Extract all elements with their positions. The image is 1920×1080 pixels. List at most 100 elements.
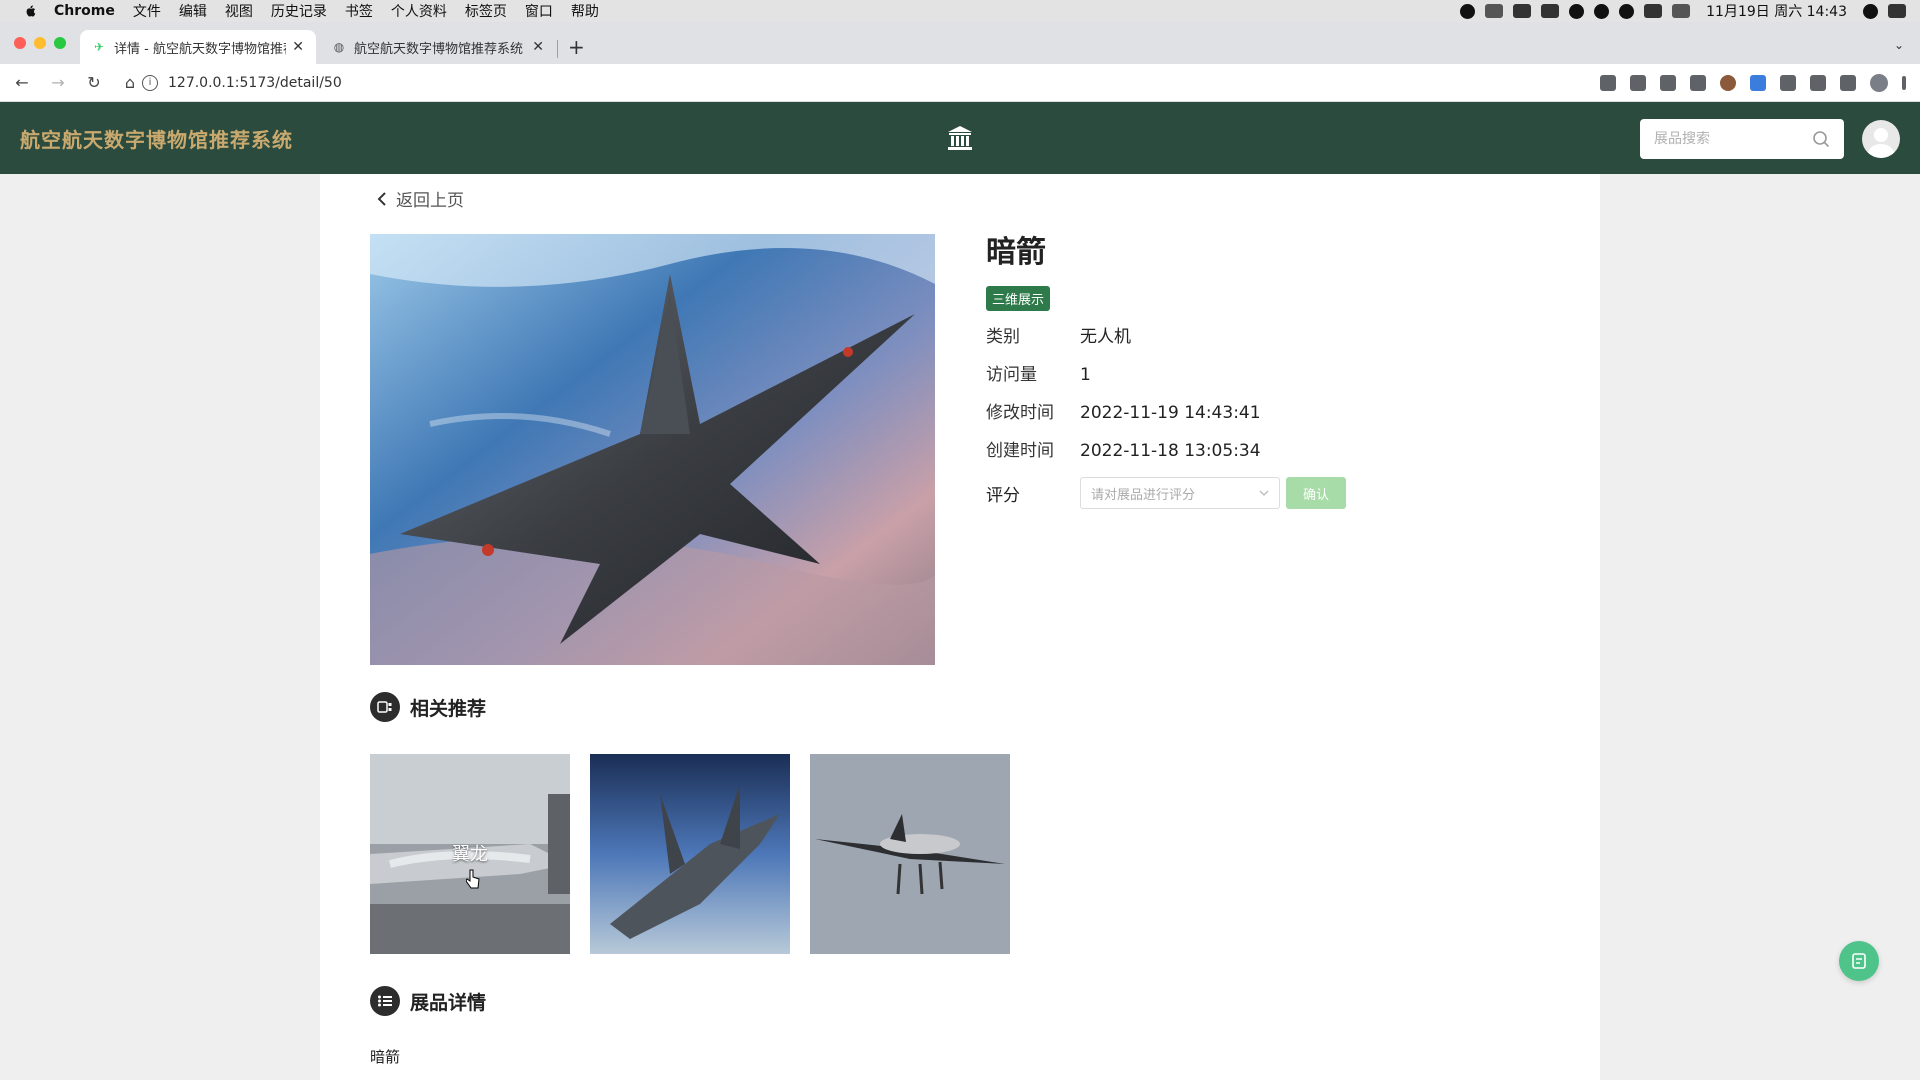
exhibit-title: 暗箭 (986, 235, 1046, 270)
app-header: 航空航天数字博物馆推荐系统 (0, 102, 1920, 174)
extension-layers-icon[interactable] (1750, 75, 1766, 91)
plane-favicon-icon: ✈ (93, 40, 105, 54)
exhibit-detail-section-header: 展品详情 (370, 986, 486, 1016)
w-app-icon[interactable] (1541, 4, 1560, 18)
rating-select[interactable]: 请对展品进行评分 (1080, 477, 1280, 509)
3d-view-tag[interactable]: 三维展示 (986, 286, 1051, 311)
zoom-window-button[interactable] (54, 37, 66, 49)
close-window-button[interactable] (14, 37, 26, 49)
field-label: 类别 (986, 327, 1020, 347)
search-icon[interactable] (1812, 130, 1830, 148)
browser-tab-strip: ✈ 详情 - 航空航天数字博物馆推荐 ✕ ◍ 航空航天数字博物馆推荐系统 后 ✕… (0, 22, 1920, 64)
exhibit-detail-text: 暗箭 (370, 1048, 401, 1066)
back-label[interactable]: 返回上页 (396, 186, 464, 211)
close-tab-icon[interactable]: ✕ (292, 39, 304, 55)
menu-file[interactable]: 文件 (133, 1, 161, 21)
tab-search-chevron-icon[interactable]: ⌄ (1894, 38, 1904, 52)
exhibit-main-image (370, 234, 935, 665)
spotlight-icon[interactable] (1863, 3, 1878, 19)
home-icon[interactable]: ⌂ (116, 73, 144, 92)
museum-icon[interactable] (946, 124, 974, 152)
menu-edit[interactable]: 编辑 (179, 1, 207, 21)
menu-bar-clock[interactable]: 11月19日 周六 14:43 (1706, 1, 1847, 21)
cube-icon[interactable] (1569, 3, 1585, 19)
minimize-window-button[interactable] (34, 37, 46, 49)
list-detail-icon (370, 986, 400, 1016)
key-icon[interactable] (1600, 75, 1616, 91)
puzzle-icon[interactable] (1810, 75, 1826, 91)
close-tab-icon[interactable]: ✕ (532, 39, 544, 55)
exhibit-info: 暗箭 三维展示 类别 无人机 访问量 1 修改时间 2022-11-19 14:… (986, 234, 1346, 509)
field-value: 2022-11-19 14:43:41 (1080, 403, 1261, 423)
signal-icon[interactable] (1485, 4, 1504, 18)
volume-icon[interactable] (1672, 4, 1691, 18)
star-icon[interactable] (1690, 75, 1706, 91)
menu-window[interactable]: 窗口 (525, 1, 553, 21)
field-value: 无人机 (1080, 327, 1131, 347)
menu-tab[interactable]: 标签页 (465, 1, 507, 21)
exhibit-search-input[interactable] (1654, 131, 1804, 147)
feedback-float-button[interactable] (1839, 941, 1879, 981)
macos-menu-bar: Chrome 文件 编辑 视图 历史记录 书签 个人资料 标签页 窗口 帮助 1… (0, 0, 1920, 22)
menu-app-name[interactable]: Chrome (54, 3, 115, 19)
window-controls (14, 37, 66, 49)
wechat-icon[interactable] (1619, 3, 1635, 19)
control-center-icon[interactable] (1888, 4, 1906, 18)
detail-content: 返回上页 暗箭 三维展示 类别 无人机 访问量 1 修改时间 2022-11-1… (320, 174, 1600, 1080)
brand-title[interactable]: 航空航天数字博物馆推荐系统 (20, 124, 293, 153)
input-method-icon[interactable] (1644, 4, 1663, 18)
globe-favicon-icon: ◍ (333, 40, 345, 54)
tab-divider (557, 40, 558, 58)
reload-icon[interactable]: ↻ (80, 73, 108, 92)
profile-avatar-icon[interactable] (1870, 74, 1888, 92)
confirm-rating-button[interactable]: 确认 (1286, 477, 1346, 509)
related-card[interactable] (810, 754, 1010, 954)
related-section-header: 相关推荐 (370, 692, 486, 722)
exhibit-search-box[interactable] (1640, 119, 1844, 159)
tab-admin[interactable]: ◍ 航空航天数字博物馆推荐系统 后 ✕ (320, 30, 556, 64)
browser-toolbar: ← → ↻ ⌂ i 127.0.0.1:5173/detail/50 (0, 64, 1920, 102)
related-caption: 翼龙 (452, 844, 488, 865)
hand-cursor-icon (466, 869, 480, 889)
extension-icons (1600, 74, 1906, 92)
translate-icon[interactable] (1630, 75, 1646, 91)
new-tab-button[interactable]: + (568, 36, 585, 58)
share-icon[interactable] (1660, 75, 1676, 91)
tab-title: 航空航天数字博物馆推荐系统 后 (354, 41, 527, 57)
rating-placeholder: 请对展品进行评分 (1091, 487, 1196, 503)
forward-arrow-icon[interactable]: → (44, 73, 72, 92)
menu-view[interactable]: 视图 (225, 1, 253, 21)
related-card[interactable]: 翼龙 (370, 754, 570, 954)
chevron-down-icon (1259, 490, 1269, 496)
field-value: 1 (1080, 365, 1091, 385)
menu-profiles[interactable]: 个人资料 (391, 1, 447, 21)
note-icon (1852, 953, 1866, 969)
menu-help[interactable]: 帮助 (571, 1, 599, 21)
exhibit-detail-heading: 展品详情 (410, 991, 487, 1014)
more-menu-icon[interactable] (1902, 76, 1906, 90)
related-card[interactable] (590, 754, 790, 954)
user-avatar[interactable] (1862, 120, 1900, 158)
site-info-icon[interactable]: i (142, 75, 158, 91)
url-text[interactable]: 127.0.0.1:5173/detail/50 (168, 75, 342, 91)
menu-history[interactable]: 历史记录 (271, 1, 327, 21)
tab-detail[interactable]: ✈ 详情 - 航空航天数字博物馆推荐 ✕ (80, 30, 316, 64)
extension-face-icon[interactable] (1720, 75, 1736, 91)
user-silhouette-icon (1868, 128, 1894, 158)
back-arrow-icon[interactable]: ← (8, 73, 36, 92)
apple-icon[interactable] (20, 3, 40, 19)
extension-badge-icon[interactable] (1780, 75, 1796, 91)
related-list: 翼龙 (370, 754, 1010, 954)
info-row-created: 创建时间 2022-11-18 13:05:34 (986, 439, 1346, 463)
rating-label: 评分 (986, 485, 1020, 506)
sidebar-icon[interactable] (1840, 75, 1856, 91)
record-icon[interactable] (1460, 3, 1476, 19)
recommend-icon (370, 692, 400, 722)
related-heading: 相关推荐 (410, 697, 487, 720)
menu-bookmarks[interactable]: 书签 (345, 1, 373, 21)
mountain-icon[interactable] (1513, 4, 1532, 18)
tab-title: 详情 - 航空航天数字博物馆推荐 (114, 41, 287, 57)
address-bar[interactable]: i 127.0.0.1:5173/detail/50 (142, 68, 1542, 98)
back-link[interactable]: 返回上页 (376, 186, 464, 211)
chat-icon[interactable] (1594, 3, 1610, 19)
